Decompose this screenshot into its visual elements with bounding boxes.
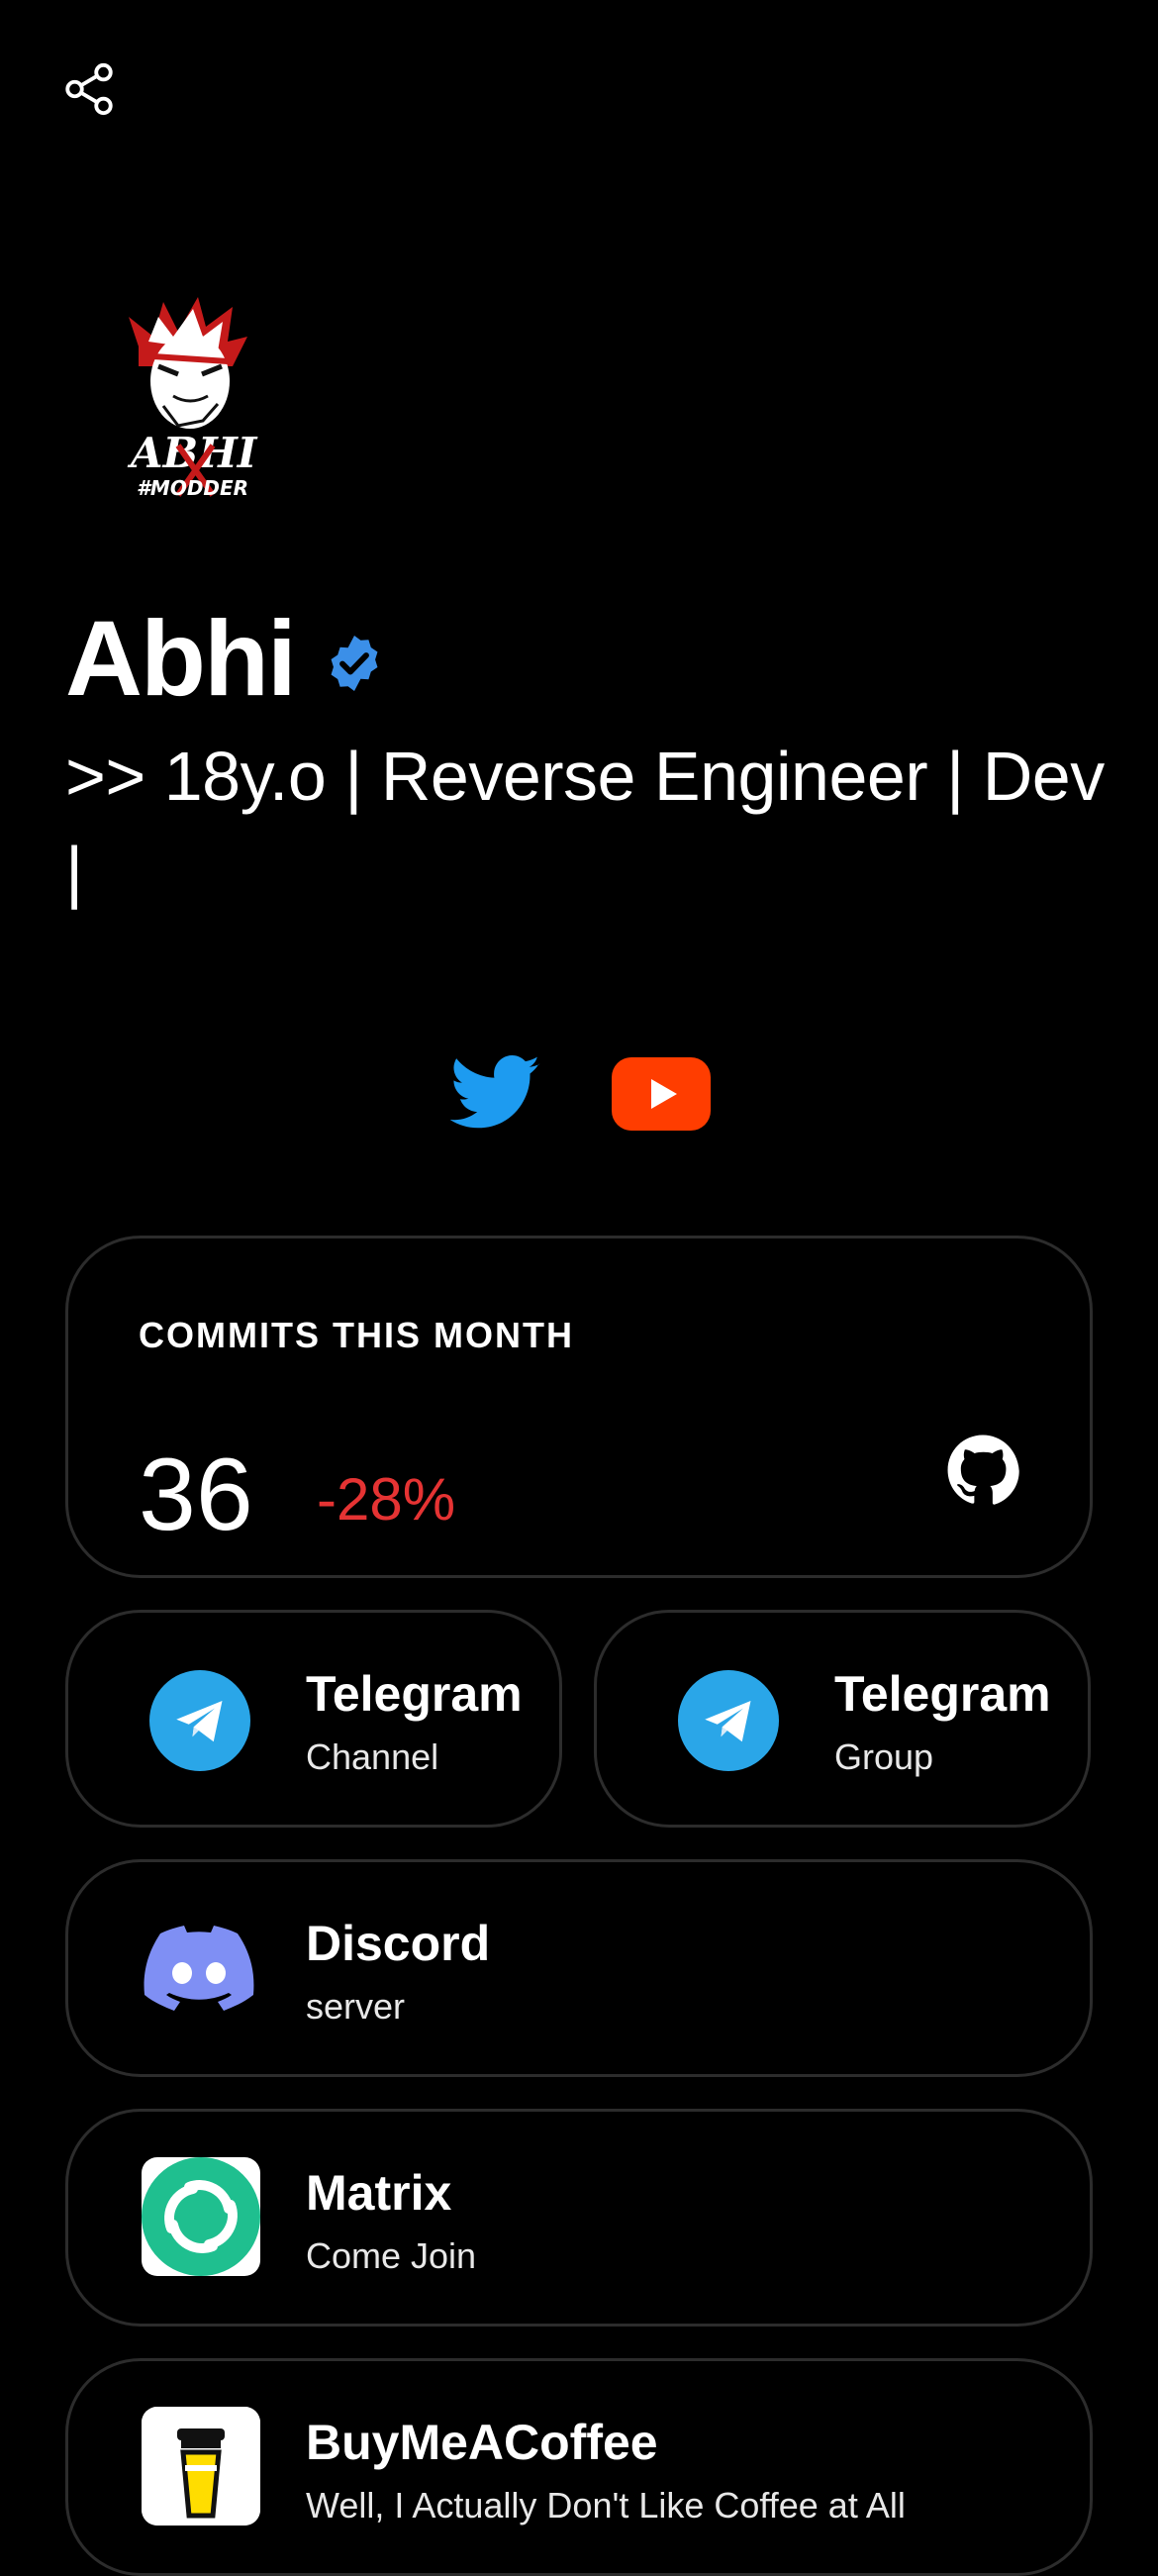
telegram-icon (678, 1670, 779, 1771)
buymeacoffee-subtitle: Well, I Actually Don't Like Coffee at Al… (306, 2485, 906, 2526)
discord-title: Discord (306, 1916, 491, 1971)
telegram-channel-card[interactable]: Telegram Channel (65, 1610, 562, 1828)
commits-title: COMMITS THIS MONTH (139, 1315, 574, 1355)
matrix-title: Matrix (306, 2165, 452, 2221)
telegram-group-subtitle: Group (834, 1736, 934, 1777)
telegram-channel-subtitle: Channel (306, 1736, 439, 1777)
buymeacoffee-title: BuyMeACoffee (306, 2415, 658, 2470)
matrix-icon (142, 2157, 260, 2276)
youtube-link[interactable] (612, 1057, 711, 1131)
twitter-link[interactable] (449, 1053, 541, 1133)
commits-count: 36 (139, 1437, 253, 1552)
telegram-channel-title: Telegram (306, 1666, 523, 1722)
discord-subtitle: server (306, 1986, 406, 2027)
verified-badge-icon (331, 636, 378, 691)
profile-name: Abhi (65, 598, 297, 718)
youtube-icon (612, 1057, 711, 1131)
profile-bio: >> 18y.o | Reverse Engineer | Dev | (65, 738, 1105, 910)
github-icon (947, 1435, 1019, 1505)
github-link[interactable] (946, 1434, 1019, 1507)
telegram-group-card[interactable]: Telegram Group (594, 1610, 1091, 1828)
commits-change: -28% (317, 1466, 456, 1533)
avatar: ABHI #MODDER (119, 297, 262, 515)
matrix-subtitle: Come Join (306, 2235, 477, 2276)
discord-card[interactable]: Discord server (65, 1859, 1093, 2077)
telegram-icon (149, 1670, 250, 1771)
share-icon (65, 62, 113, 116)
profile-name-row: Abhi (65, 594, 386, 723)
buymeacoffee-card[interactable]: BuyMeACoffee Well, I Actually Don't Like… (65, 2358, 1093, 2576)
telegram-group-title: Telegram (834, 1666, 1051, 1722)
share-button[interactable] (57, 57, 121, 121)
matrix-card[interactable]: Matrix Come Join (65, 2109, 1093, 2327)
twitter-icon (449, 1055, 540, 1129)
buymeacoffee-icon (142, 2407, 260, 2526)
discord-icon (144, 1926, 254, 2011)
avatar-logo-tagline: #MODDER (137, 476, 248, 500)
